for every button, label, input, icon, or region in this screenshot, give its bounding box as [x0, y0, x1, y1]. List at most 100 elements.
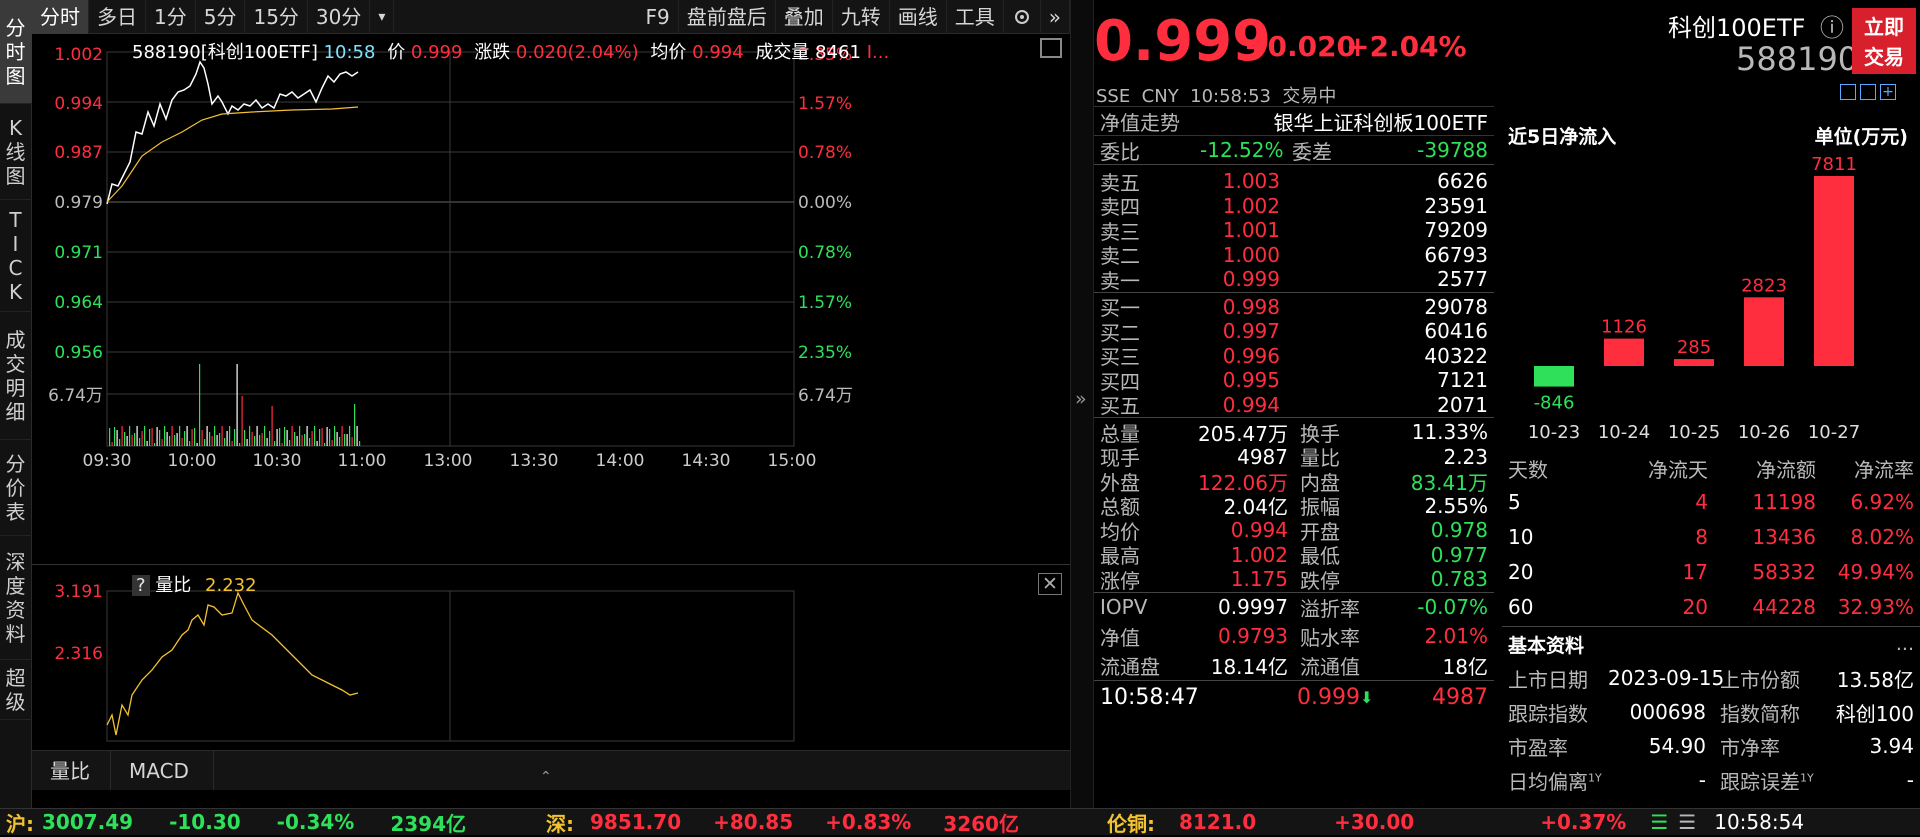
weidiff-value: -39788 [1417, 138, 1488, 162]
vol-label: 成交量 [755, 42, 810, 63]
sidebar-item-tick[interactable]: TICK [0, 200, 32, 312]
tab-volume-ratio[interactable]: 量比 [32, 751, 111, 790]
ask-level[interactable]: 卖五 1.003 6626 [1094, 169, 1494, 195]
last-tick-price: 0.999 [1297, 685, 1360, 710]
chart-toolbar: 分时 多日 1分 5分 15分 30分 ▾ F9 盘前盘后 叠加 九转 画线 工… [32, 0, 1070, 34]
basic-title: 基本资料 [1508, 634, 1585, 657]
flow-bar-label: -846 [1534, 393, 1575, 414]
stat-row: 流通盘 18.14亿 流通值 18亿 [1094, 651, 1494, 680]
left-axis-tick: 0.987 [54, 143, 103, 163]
tools-button[interactable]: 工具 [947, 0, 1004, 34]
stat-label: 涨停 [1100, 568, 1140, 593]
flow-title: 近5日净流入 [1508, 126, 1617, 148]
double-chevron-right-icon[interactable]: » [1041, 0, 1070, 34]
flow-cell: 5 [1508, 489, 1521, 514]
trade-now-button[interactable]: 立即交易 [1852, 8, 1916, 74]
layout-toggle-icon[interactable] [1040, 38, 1062, 58]
stat-value: 83.41万 [1410, 470, 1488, 495]
bid-level[interactable]: 买一 0.998 29078 [1094, 294, 1494, 321]
expand-up-icon[interactable]: ⌃ [540, 769, 552, 785]
time-axis-tick: 10:30 [253, 451, 302, 471]
help-icon[interactable]: ? [132, 575, 150, 596]
chart-code: 588190[科创100ETF] [132, 42, 318, 63]
nine-turn-button[interactable]: 九转 [833, 0, 890, 34]
chg-value: 0.020(2.04%) [515, 42, 639, 63]
basic-value: 3.94 [1869, 734, 1914, 758]
market-status: SSE CNY 10:58:53 交易中 [1096, 86, 1337, 107]
header-more: I... [866, 42, 890, 63]
flow-cell: 20 [1508, 559, 1534, 584]
intraday-chart[interactable]: 1.002 0.994 0.987 0.979 0.971 0.964 0.956 6.74万… [32, 34, 1070, 564]
panel-collapse-bar[interactable]: » [1070, 0, 1094, 812]
tab-1min[interactable]: 1分 [146, 0, 196, 34]
volume-ratio-chart[interactable]: 3.191 2.316 ? 量比 2.232 ✕ [32, 564, 1070, 750]
tab-5min[interactable]: 5分 [196, 0, 246, 34]
net-inflow-chart: -846 10-23 1126 10-24 285 10-25 2823 10-26 7811 1… [1528, 156, 1860, 443]
security-name: 科创100ETF [1668, 14, 1806, 42]
nav-row[interactable]: 净值走势 银华上证科创板100ETF [1094, 107, 1494, 136]
overlay-button[interactable]: 叠加 [776, 0, 833, 34]
price-change-pct: +2.04% [1346, 30, 1467, 63]
nav-fund-name: 银华上证科创板100ETF [1273, 110, 1488, 135]
level-price: 1.000 [1222, 242, 1280, 267]
stat-label: 流通盘 [1100, 654, 1160, 679]
level-label: 卖一 [1100, 268, 1140, 293]
list-icon[interactable]: ☰ [1650, 810, 1668, 834]
bid-level[interactable]: 买五 0.994 2071 [1094, 393, 1494, 419]
window-icon[interactable] [1860, 84, 1876, 100]
sh-pct: -0.34% [276, 810, 355, 834]
f9-button[interactable]: F9 [638, 0, 679, 34]
sidebar-item-timeshare[interactable]: 分时图 [0, 0, 32, 104]
sidebar-item-depth[interactable]: 深度资料 [0, 536, 32, 660]
tab-timeshare[interactable]: 分时 [32, 0, 89, 34]
ask-level[interactable]: 卖三 1.001 79209 [1094, 218, 1494, 244]
close-icon[interactable]: ✕ [1038, 573, 1062, 595]
draw-line-button[interactable]: 画线 [890, 0, 947, 34]
stat-label: IOPV [1100, 595, 1148, 619]
ask-level[interactable]: 卖二 1.000 66793 [1094, 242, 1494, 269]
flow-header-cell: 净流率 [1854, 457, 1914, 482]
sidebar-item-trade-detail[interactable]: 成交明细 [0, 312, 32, 440]
stat-value: 18亿 [1442, 654, 1488, 679]
info-icon[interactable]: ⓘ [1820, 8, 1844, 43]
time-axis-tick: 15:00 [768, 451, 817, 471]
price-change: +0.020 [1244, 30, 1357, 63]
right-axis-tick: 1.57% [798, 293, 852, 313]
quote-panel: 0.999 +0.020 +2.04% 科创100ETF ⓘ 588190 立即… [1094, 0, 1920, 812]
pre-post-market-button[interactable]: 盘前盘后 [679, 0, 776, 34]
add-icon[interactable]: + [1880, 84, 1896, 100]
level-volume: 6626 [1437, 169, 1488, 194]
edit-icon[interactable] [1840, 84, 1856, 100]
chevron-right-icon[interactable]: » [1075, 388, 1087, 410]
tab-30min[interactable]: 30分 [308, 0, 371, 34]
stat-value: 2.04亿 [1223, 495, 1288, 520]
menu-icon[interactable]: ☰ [1678, 810, 1696, 834]
security-code: 588190 [1736, 40, 1859, 78]
basic-label: 上市日期 [1508, 667, 1588, 692]
sidebar-item-price-table[interactable]: 分价表 [0, 440, 32, 536]
tab-multiday[interactable]: 多日 [89, 0, 146, 34]
ask-level[interactable]: 卖一 0.999 2577 [1094, 267, 1494, 293]
right-axis-tick: 0.00% [798, 193, 852, 213]
level-price: 0.998 [1222, 294, 1280, 319]
last-tick-vol: 4987 [1432, 685, 1488, 710]
ask-levels: 卖五 1.003 6626 卖四 1.002 23591 卖三 1.001 79209 卖二 1.0… [1094, 165, 1494, 293]
sidebar-item-kline[interactable]: K线图 [0, 104, 32, 200]
basic-more[interactable]: ... [1896, 633, 1914, 655]
more-periods-dropdown[interactable]: ▾ [370, 0, 395, 34]
sidebar-item-super[interactable]: 超级 [0, 660, 32, 720]
price-value: 0.999 [410, 42, 463, 63]
bid-level[interactable]: 买三 0.996 40322 [1094, 344, 1494, 370]
bid-level[interactable]: 买二 0.997 60416 [1094, 319, 1494, 345]
gear-icon[interactable] [1004, 0, 1041, 34]
ask-level[interactable]: 卖四 1.002 23591 [1094, 194, 1494, 220]
basic-label: 跟踪误差 [1720, 769, 1800, 794]
sub-chart-tabs: 量比 MACD ⌃ [32, 750, 1070, 790]
bid-level[interactable]: 买四 0.995 7121 [1094, 368, 1494, 394]
tab-macd[interactable]: MACD [111, 751, 214, 790]
basic-value: - [1698, 768, 1706, 792]
bid-levels: 买一 0.998 29078 买二 0.997 60416 买三 0.996 40322 买四 0.… [1094, 293, 1494, 419]
tab-15min[interactable]: 15分 [245, 0, 308, 34]
price-label: 价 [387, 42, 406, 63]
basic-label: 上市份额 [1720, 667, 1800, 692]
